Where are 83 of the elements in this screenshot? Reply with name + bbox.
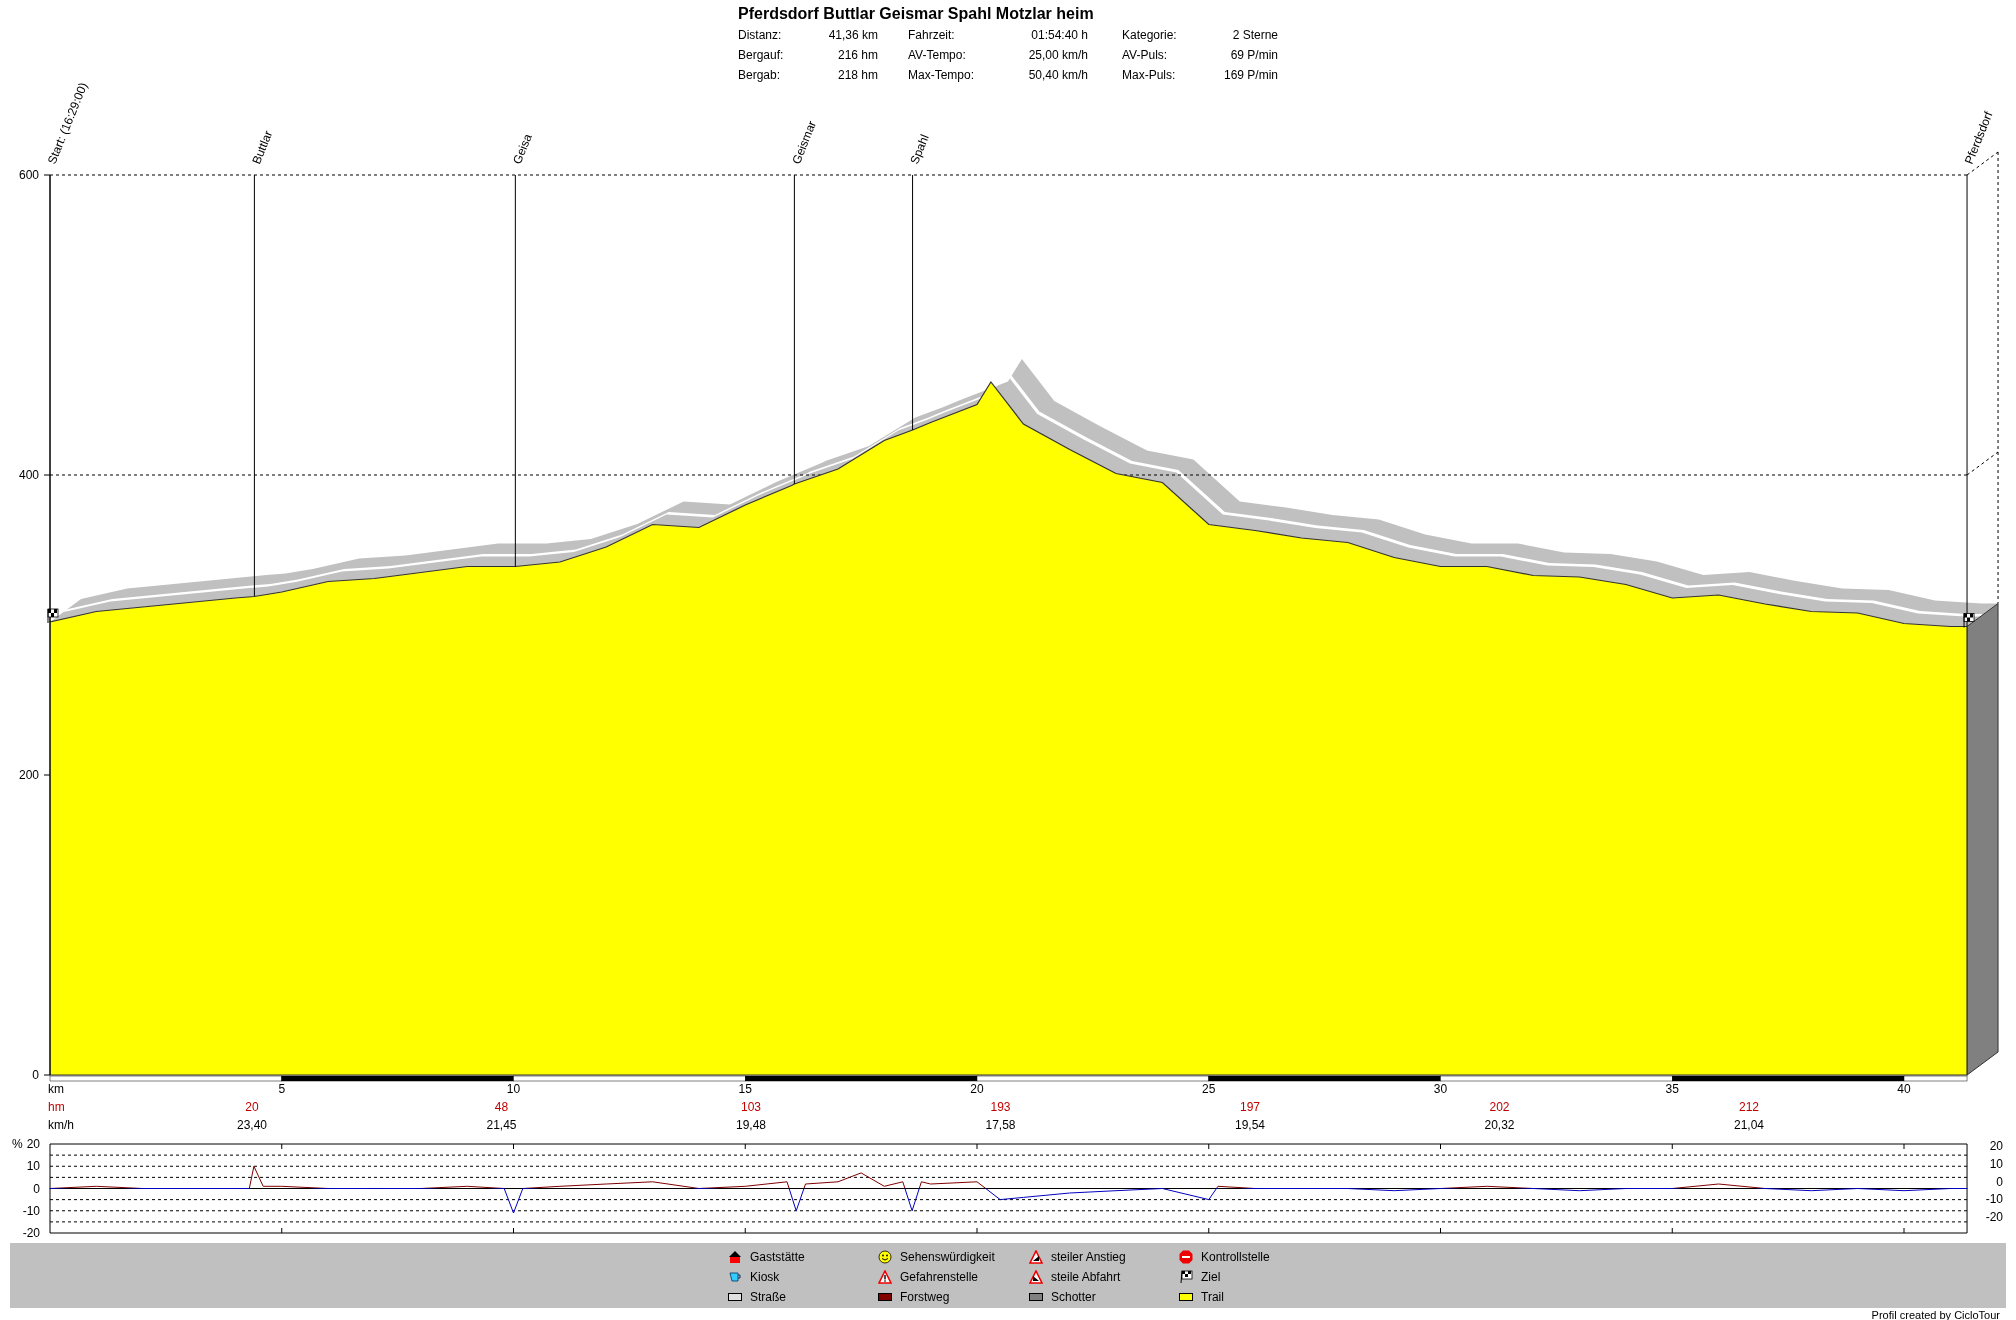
x-tick-label: 35: [1665, 1082, 1679, 1096]
stat-label: Fahrzeit:: [907, 27, 956, 44]
right-axis-label: -20: [1984, 1209, 2003, 1227]
legend-label: steile Abfahrt: [1051, 1269, 1121, 1286]
y-tick-label: 20: [26, 1137, 40, 1151]
waypoint-label: Geisa: [510, 131, 535, 167]
y-tick-label: -10: [22, 1203, 40, 1218]
stop-sign-icon: [1179, 1250, 1193, 1264]
y-tick-label: 200: [18, 768, 39, 782]
segment-value: 21,45: [486, 1118, 517, 1132]
x-tick-label: 25: [1202, 1082, 1216, 1096]
stat-value: 41,36 km: [827, 27, 878, 44]
y-tick-label: 0: [33, 1181, 40, 1196]
house-icon: [728, 1250, 742, 1264]
segment-value: 202: [1489, 1100, 1510, 1114]
chart-title: Pferdsdorf Buttlar Geismar Spahl Motzlar heim: [738, 4, 1095, 24]
stat-value: 216 hm: [836, 47, 878, 64]
warning-icon: [878, 1270, 892, 1284]
segment-value: 19,48: [736, 1118, 766, 1132]
right-axis-label: -10: [1984, 1191, 2003, 1209]
stat-value: 01:54:40 h: [1030, 27, 1088, 44]
right-axis-label: 0: [1995, 1173, 2003, 1191]
y-tick-label: 0: [32, 1068, 39, 1082]
legend-label: Forstweg: [900, 1289, 950, 1306]
segment-value: 19,54: [1235, 1118, 1265, 1132]
waypoint-label: Spahl: [907, 132, 932, 167]
y-axis-unit: %: [12, 1137, 23, 1151]
legend-label: Trail: [1201, 1289, 1224, 1306]
checkered-flag-icon: [1179, 1270, 1193, 1284]
y-tick-label: 10: [26, 1159, 40, 1174]
right-axis-label: 20: [1988, 1138, 2003, 1155]
legend-label: Kiosk: [750, 1269, 780, 1286]
stat-value: 2 Sterne: [1231, 27, 1278, 44]
stat-label: Bergab:: [738, 67, 782, 84]
x-tick-label: 15: [738, 1082, 752, 1096]
stat-value: 25,00 km/h: [1027, 47, 1088, 64]
stat-label: Max-Tempo:: [907, 67, 976, 84]
stat-label: Bergauf:: [738, 47, 785, 64]
y-tick-label: 400: [18, 468, 39, 482]
x-tick-label: 40: [1897, 1082, 1911, 1096]
legend-label: Kontrollstelle: [1201, 1249, 1270, 1266]
checkered-flag-icon: [47, 608, 59, 624]
legend-label: steiler Anstieg: [1051, 1249, 1126, 1266]
slope-warning-icon: [1029, 1270, 1043, 1284]
segment-value: 212: [1739, 1100, 1759, 1114]
right-axis-label: 10: [1988, 1155, 2003, 1173]
legend-label: Schotter: [1051, 1289, 1096, 1306]
stat-value: 218 hm: [836, 67, 878, 84]
legend-label: Gaststätte: [750, 1249, 805, 1266]
legend-label: Gefahrenstelle: [900, 1269, 979, 1286]
stat-value: 50,40 km/h: [1027, 67, 1088, 84]
segment-value: 17,58: [985, 1118, 1016, 1132]
y-tick-label: -20: [22, 1226, 40, 1240]
stat-value: 169 P/min: [1222, 67, 1278, 84]
segment-value: 197: [1240, 1100, 1260, 1114]
row-label: km/h: [48, 1118, 74, 1132]
x-tick-label: 5: [278, 1082, 286, 1096]
segment-value: 21,04: [1734, 1118, 1764, 1132]
x-axis-unit: km: [48, 1082, 64, 1096]
waypoint-label: Buttlar: [249, 128, 276, 167]
stat-label: AV-Puls:: [1121, 47, 1169, 64]
legend-label: Ziel: [1201, 1269, 1221, 1286]
segment-value: 103: [741, 1100, 761, 1114]
segment-value: 20,32: [1484, 1118, 1515, 1132]
segment-value: 20: [245, 1100, 259, 1114]
legend-label: Straße: [750, 1289, 786, 1306]
x-tick-label: 30: [1433, 1082, 1448, 1096]
y-tick-label: 600: [18, 168, 39, 182]
slope-warning-icon: [1029, 1250, 1043, 1264]
segment-value: 193: [990, 1100, 1011, 1114]
legend-label: Sehenswürdigkeit: [900, 1249, 995, 1266]
stat-label: AV-Tempo:: [907, 47, 967, 64]
stat-label: Distanz:: [738, 27, 783, 44]
segment-value: 23,40: [237, 1118, 267, 1132]
stat-label: Kategorie:: [1121, 27, 1178, 44]
row-label: hm: [48, 1100, 65, 1114]
x-tick-label: 20: [970, 1082, 984, 1096]
stat-label: Max-Puls:: [1121, 67, 1177, 84]
segment-value: 48: [494, 1100, 509, 1114]
stat-value: 69 P/min: [1229, 47, 1278, 64]
smiley-icon: [878, 1250, 892, 1264]
cup-icon: [728, 1270, 742, 1284]
x-tick-label: 10: [506, 1082, 521, 1096]
